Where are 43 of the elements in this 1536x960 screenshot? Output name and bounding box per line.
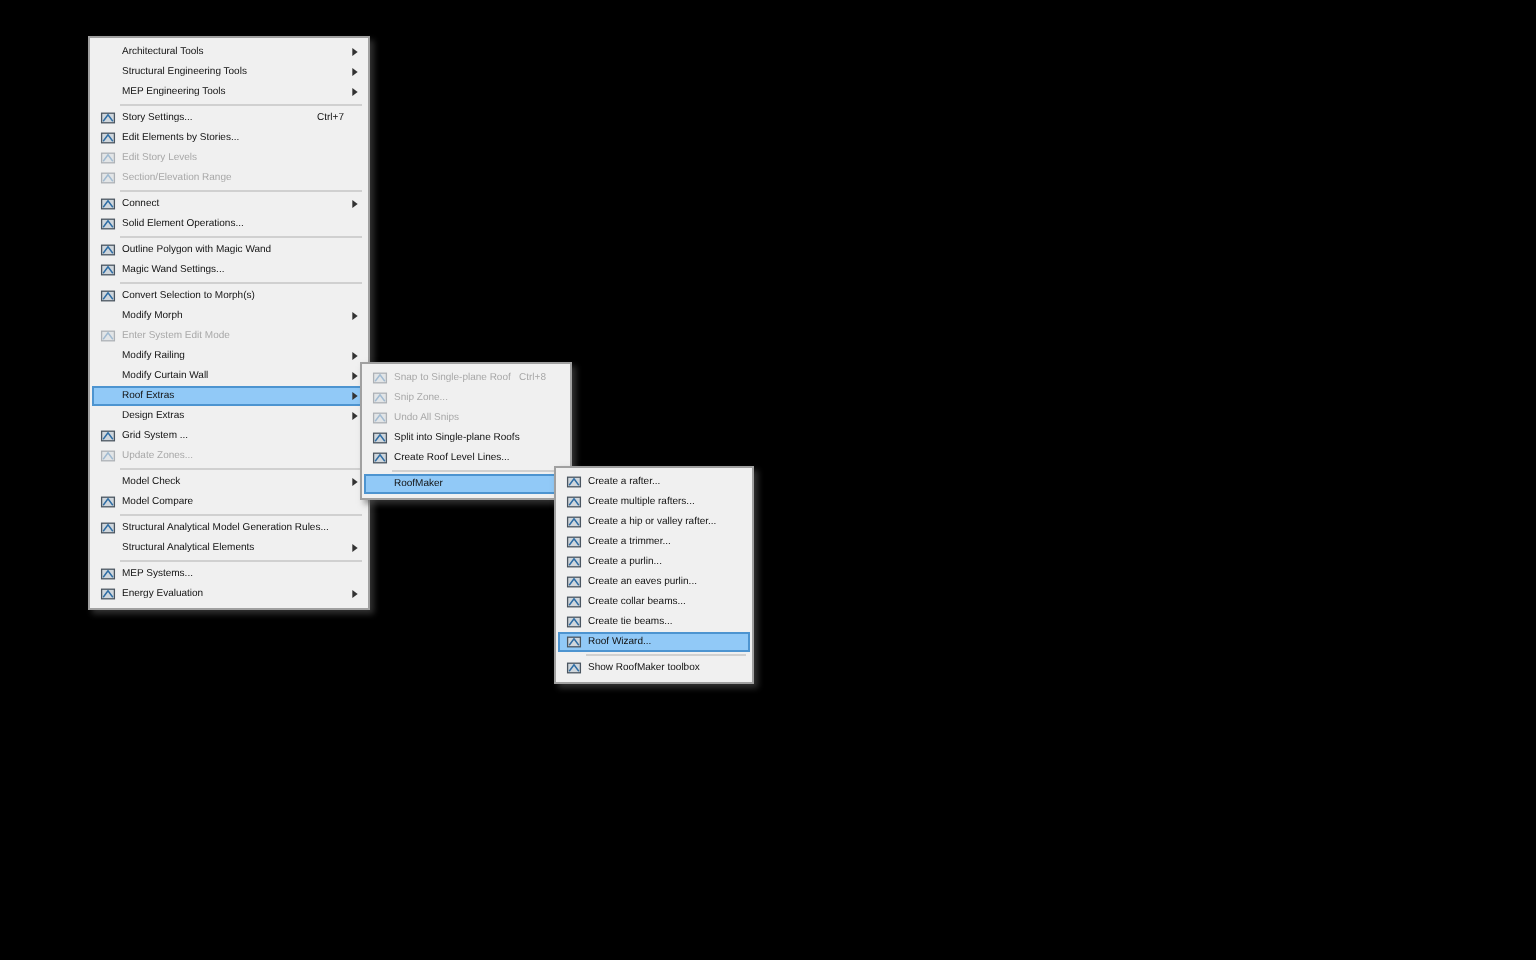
submenu-arrow-icon [352, 68, 358, 76]
tool-icon [372, 370, 388, 386]
tool-icon [100, 586, 116, 602]
submenu-arrow-icon [352, 392, 358, 400]
submenu-arrow-icon [352, 478, 358, 486]
submenu-arrow-icon [352, 88, 358, 96]
tool-icon [100, 328, 116, 344]
submenu-arrow-icon [352, 312, 358, 320]
tool-icon [100, 288, 116, 304]
tool-icon [100, 428, 116, 444]
submenu-arrow-icon [352, 544, 358, 552]
tool-icon [100, 566, 116, 582]
tool-icon [100, 170, 116, 186]
tool-icon [566, 574, 582, 590]
tool-icon [566, 554, 582, 570]
tool-icon [566, 494, 582, 510]
tool-icon [100, 216, 116, 232]
submenu-arrow-icon [352, 590, 358, 598]
tool-icon [566, 594, 582, 610]
tool-icon [100, 242, 116, 258]
tool-icon [566, 660, 582, 676]
tool-icon [566, 614, 582, 630]
tool-icon [372, 430, 388, 446]
submenu-arrow-icon [352, 48, 358, 56]
tool-icon [100, 262, 116, 278]
submenu-arrow-icon [352, 372, 358, 380]
tool-icon [566, 534, 582, 550]
tool-icon [100, 494, 116, 510]
tool-icon [566, 514, 582, 530]
tool-icon [372, 410, 388, 426]
tool-icon [100, 196, 116, 212]
tool-icon [566, 634, 582, 650]
tool-icon [372, 450, 388, 466]
tool-icon [372, 390, 388, 406]
submenu-arrow-icon [352, 412, 358, 420]
submenu-arrow-icon [352, 352, 358, 360]
tool-icon [566, 474, 582, 490]
submenu-arrow-icon [352, 200, 358, 208]
tool-icon [100, 130, 116, 146]
tool-icon [100, 520, 116, 536]
tool-icon [100, 110, 116, 126]
tool-icon [100, 150, 116, 166]
tool-icon [100, 448, 116, 464]
